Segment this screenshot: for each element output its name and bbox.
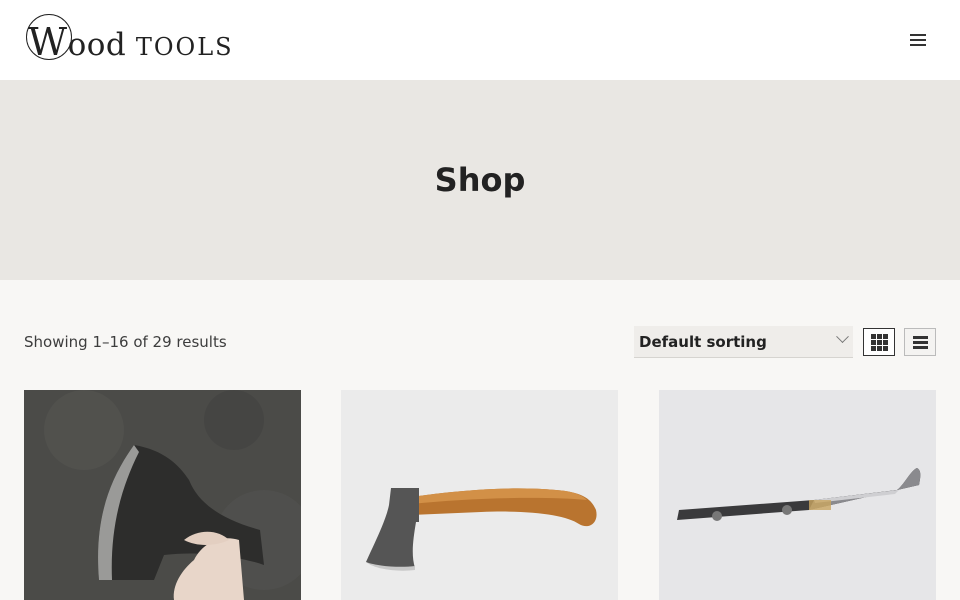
sort-select-value: Default sorting	[639, 332, 767, 351]
hamburger-menu-icon[interactable]	[904, 26, 932, 54]
product-grid	[24, 390, 936, 600]
result-count: Showing 1–16 of 29 results	[24, 333, 227, 351]
shop-toolbar: Showing 1–16 of 29 results Default sorti…	[24, 325, 936, 361]
product-image-carving-knife	[659, 390, 936, 600]
grid-view-icon	[870, 333, 888, 351]
product-card-axe-head[interactable]	[24, 390, 301, 600]
page-title: Shop	[434, 161, 526, 199]
grid-view-button[interactable]	[863, 328, 895, 356]
product-image-hatchet	[341, 390, 618, 600]
product-card-carving-knife[interactable]	[659, 390, 936, 600]
chevron-down-icon	[836, 330, 849, 344]
product-card-hatchet[interactable]	[341, 390, 618, 600]
list-view-button[interactable]	[904, 328, 936, 356]
site-header: Wood TOOLS	[0, 0, 960, 80]
sort-select[interactable]: Default sorting	[634, 326, 853, 358]
page-hero: Shop	[0, 80, 960, 280]
product-image-axe-head	[24, 390, 301, 600]
list-view-icon	[912, 335, 928, 349]
site-logo[interactable]: Wood TOOLS	[24, 12, 232, 64]
logo-text: Wood TOOLS	[28, 20, 234, 64]
